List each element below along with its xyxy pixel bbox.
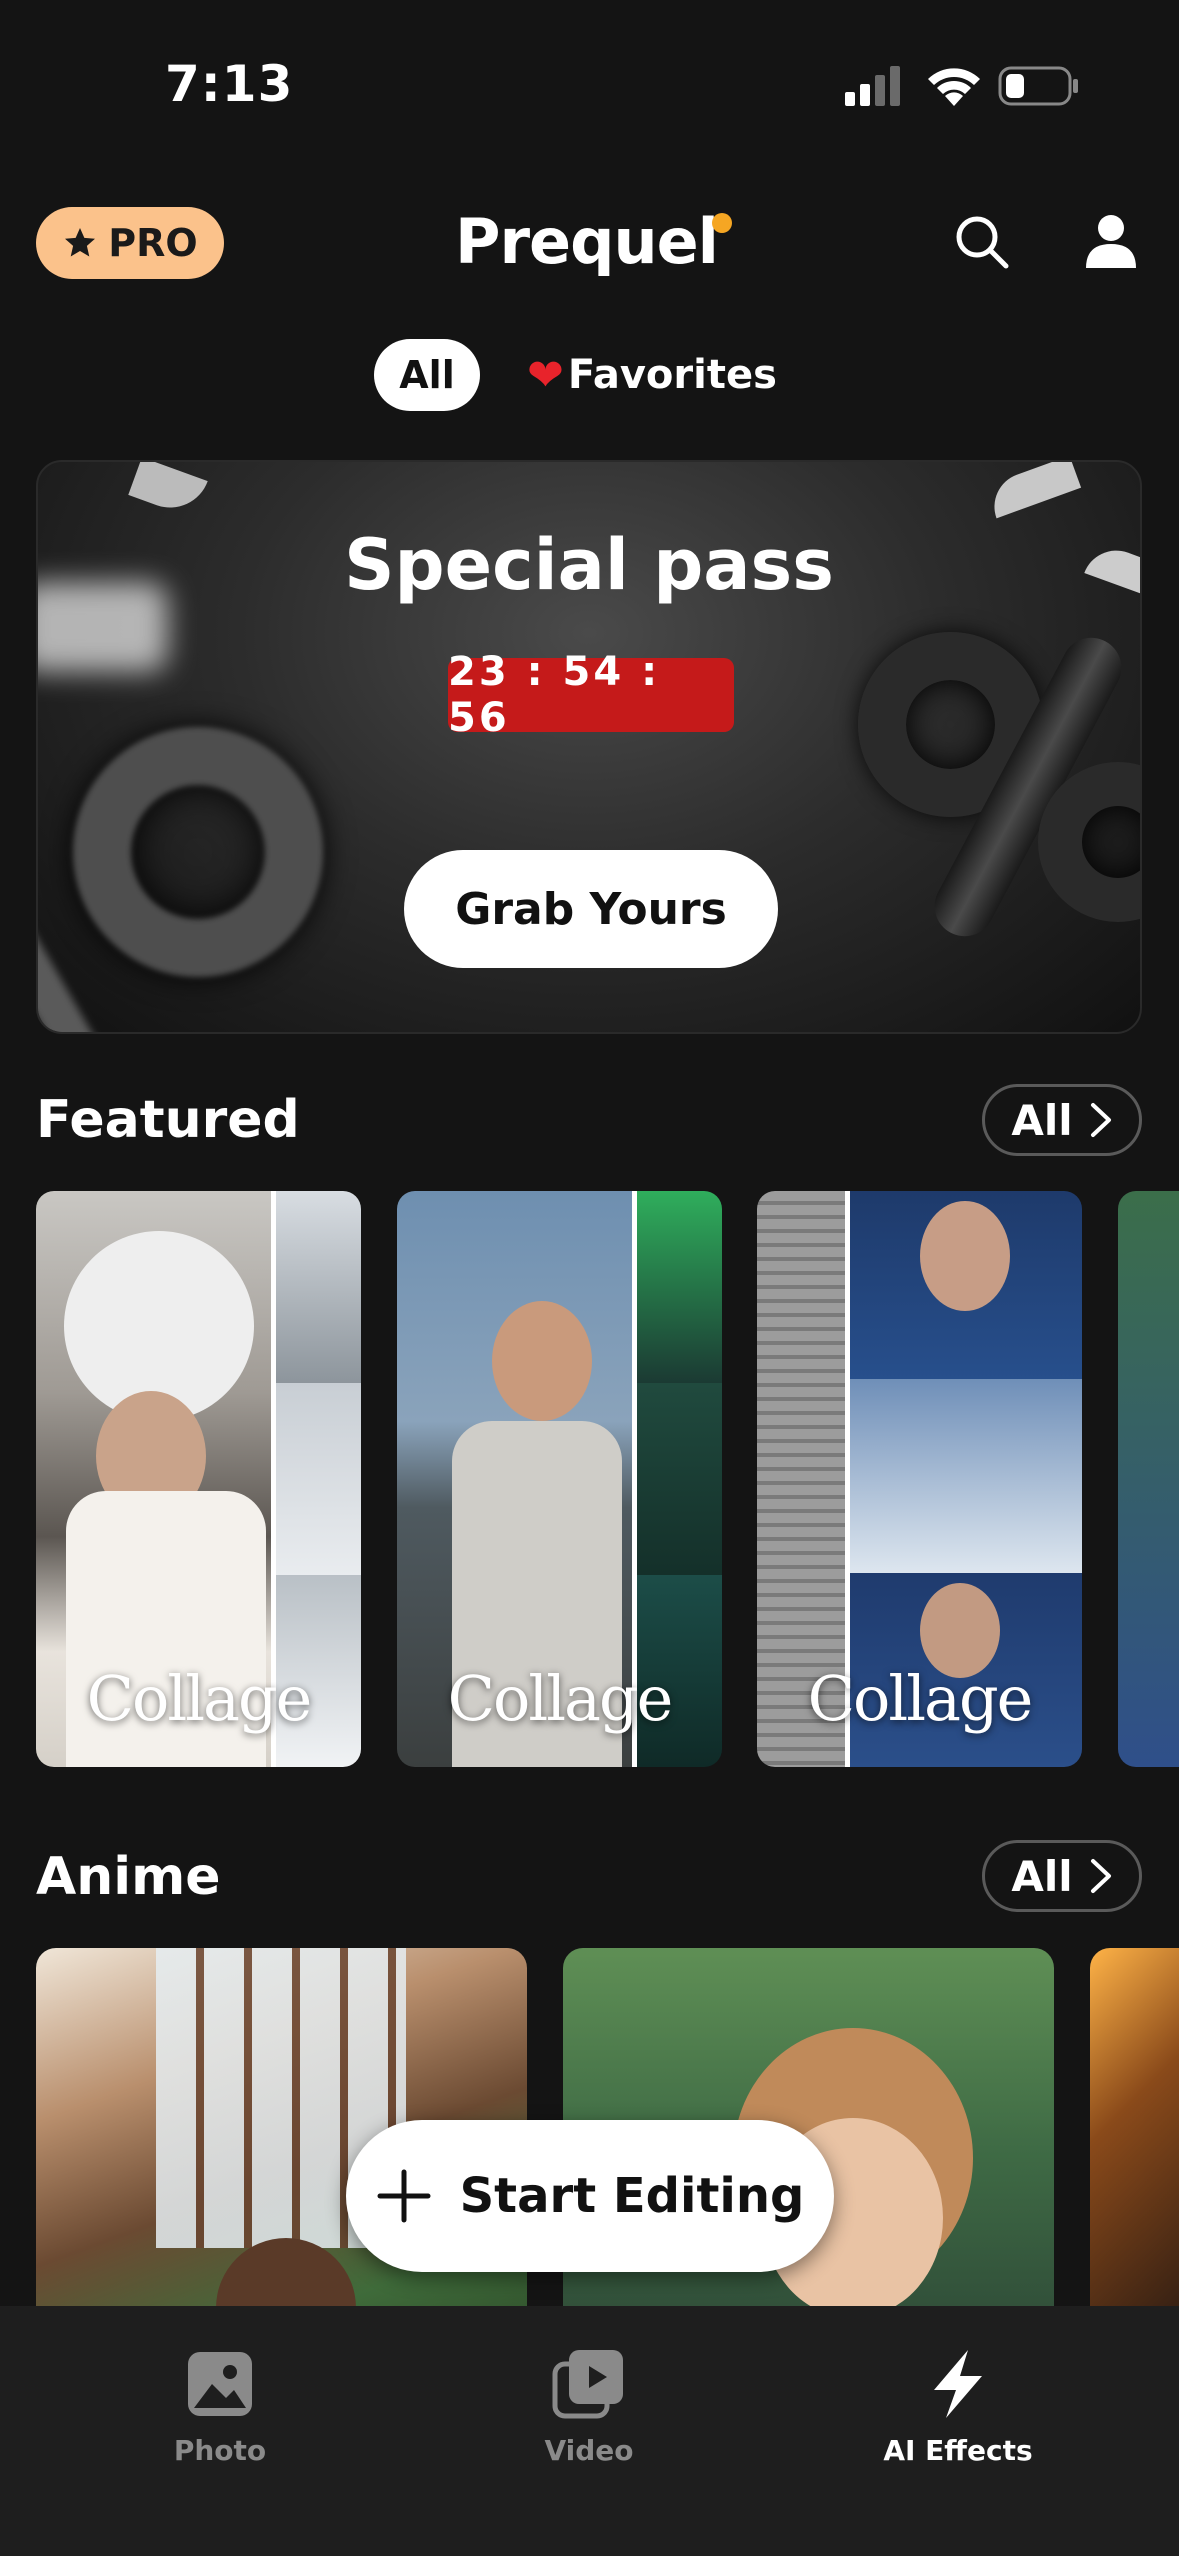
- filter-favorites-chip[interactable]: ❤ Favorites: [527, 339, 777, 411]
- card-label: Collage: [807, 1662, 1034, 1735]
- filter-all-chip[interactable]: All: [374, 339, 480, 411]
- featured-card-collage[interactable]: Collage: [36, 1191, 361, 1767]
- heart-icon: ❤: [527, 349, 564, 401]
- card-label: Collage: [447, 1662, 674, 1735]
- pro-label: PRO: [108, 221, 198, 265]
- lightning-icon: [934, 2350, 982, 2418]
- card-image: [850, 1191, 1082, 1379]
- card-label: Collage: [86, 1662, 313, 1735]
- status-time: 7:13: [165, 55, 294, 113]
- cellular-signal-icon: [845, 66, 900, 106]
- start-editing-label: Start Editing: [459, 2168, 805, 2224]
- grab-yours-button[interactable]: Grab Yours: [404, 850, 778, 968]
- profile-icon[interactable]: [1080, 210, 1142, 272]
- tab-label: Video: [544, 2434, 634, 2467]
- all-label: All: [1011, 1851, 1073, 1901]
- confetti-decor: [128, 462, 208, 519]
- search-icon[interactable]: [952, 212, 1012, 272]
- banner-decor-ring: [73, 727, 323, 977]
- tab-label: AI Effects: [883, 2434, 1033, 2467]
- anime-title: Anime: [36, 1847, 221, 1907]
- featured-card-partial[interactable]: [1118, 1191, 1179, 1767]
- wifi-icon: [928, 68, 980, 106]
- start-editing-button[interactable]: Start Editing: [346, 2120, 834, 2272]
- tab-label: Photo: [173, 2434, 267, 2467]
- featured-title: Featured: [36, 1090, 300, 1150]
- favorites-label: Favorites: [567, 352, 777, 398]
- battery-icon: [998, 66, 1078, 106]
- banner-title: Special pass: [344, 524, 834, 606]
- anime-card-partial[interactable]: [1090, 1948, 1179, 2348]
- pro-badge-button[interactable]: PRO: [36, 207, 224, 279]
- featured-card-collage[interactable]: Collage: [397, 1191, 722, 1767]
- tab-ai-effects[interactable]: AI Effects: [858, 2346, 1058, 2467]
- chevron-right-icon: [1090, 1859, 1111, 1893]
- status-bar: 7:13: [0, 0, 1179, 170]
- chevron-right-icon: [1090, 1103, 1111, 1137]
- anime-all-button[interactable]: All: [982, 1840, 1142, 1912]
- plus-icon: [377, 2169, 431, 2223]
- all-label: All: [1011, 1095, 1073, 1145]
- logo-dot: [712, 213, 732, 233]
- video-icon: [552, 2350, 623, 2419]
- tab-photo[interactable]: Photo: [120, 2346, 320, 2467]
- special-pass-banner[interactable]: Special pass 23 : 54 : 56 Grab Yours: [36, 460, 1142, 1034]
- app-logo: Prequel: [455, 205, 719, 278]
- photo-icon: [188, 2352, 252, 2416]
- star-icon: [65, 228, 96, 257]
- bottom-tab-bar: Photo Video AI Effects: [0, 2306, 1179, 2556]
- tab-video[interactable]: Video: [489, 2346, 689, 2467]
- confetti-decor: [984, 462, 1082, 519]
- featured-all-button[interactable]: All: [982, 1084, 1142, 1156]
- countdown-timer: 23 : 54 : 56: [448, 649, 734, 741]
- featured-card-collage[interactable]: Collage: [757, 1191, 1082, 1767]
